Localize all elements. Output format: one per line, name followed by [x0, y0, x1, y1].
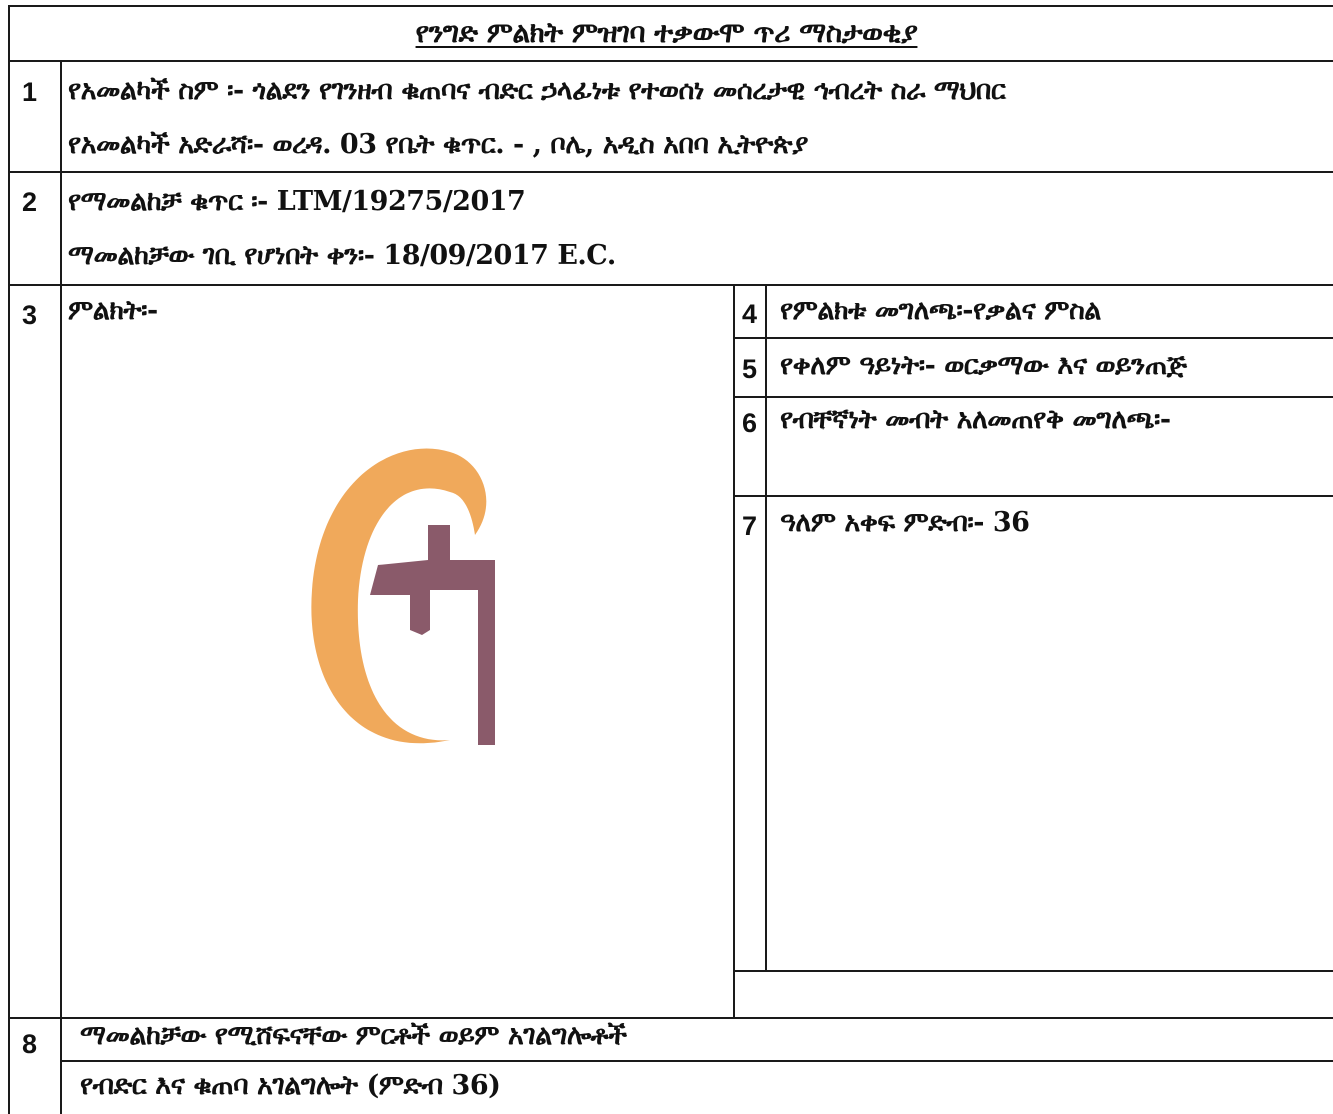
page-title: የንግድ ምልክት ምዝገባ ተቃውሞ ጥሪ ማስታወቂያ	[415, 16, 918, 49]
logo-gold-hook	[450, 452, 487, 535]
rule-after-row5	[733, 396, 1333, 398]
goods-services-label: ማመልከቻው የሚሸፍናቸው ምርቶች ወይም አገልግሎቶች	[80, 1020, 627, 1051]
rule-after-row8-label	[62, 1060, 1333, 1062]
rule-after-row1	[8, 171, 1333, 173]
applicant-name: የአመልካች ስም ፡- ጎልደን የገንዘብ ቁጠባና ብድር ኃላፊነቱ የ…	[68, 75, 1006, 106]
application-number: የማመልከቻ ቁጥር ፡- LTM/19275/2017	[68, 186, 526, 217]
row-4-number: 4	[742, 299, 758, 329]
row-6-number: 6	[742, 408, 758, 438]
row-5-number: 5	[742, 354, 758, 384]
rule-number-column	[60, 60, 62, 1114]
row-7-number: 7	[742, 511, 758, 541]
logo-plum-glyph	[370, 525, 495, 745]
row-2-number: 2	[22, 187, 38, 217]
golden-savings-logo-icon	[311, 448, 495, 745]
rule-after-title	[8, 60, 1333, 62]
rule-after-row7	[733, 970, 1333, 972]
rule-after-row2	[8, 284, 1333, 286]
applicant-address: የአመልካች አድራሻ፡- ወረዳ. 03 የቤት ቁጥር. - , ቦሌ, አ…	[68, 129, 808, 160]
rule-after-row4	[733, 337, 1333, 339]
mark-label: ምልክት፡-	[68, 295, 158, 326]
filing-date: ማመልከቻው ገቢ የሆነበት ቀን፡- 18/09/2017 E.C.	[68, 240, 616, 271]
row-8-number: 8	[22, 1029, 38, 1059]
rule-after-row6	[733, 495, 1333, 497]
row-3-number: 3	[22, 300, 38, 330]
rule-right-number-column	[765, 284, 767, 970]
row-1-number: 1	[22, 77, 38, 107]
color-type: የቀለም ዓይነት፡- ወርቃማው እና ወይንጠጅ	[780, 350, 1187, 381]
goods-services-list: የብድር እና ቁጠባ አገልግሎት (ምድብ 36)	[80, 1070, 501, 1101]
mark-description: የምልክቱ መግለጫ፡-የቃልና ምስል	[780, 295, 1101, 326]
rule-left	[8, 5, 10, 1114]
disclaimer-statement: የብቸኛነት መብት አለመጠየቅ መግለጫ፡-	[780, 404, 1171, 435]
rule-top	[8, 5, 1333, 7]
international-class: ዓለም አቀፍ ምድብ፡- 36	[780, 507, 1030, 538]
rule-mark-divider	[733, 284, 735, 1017]
